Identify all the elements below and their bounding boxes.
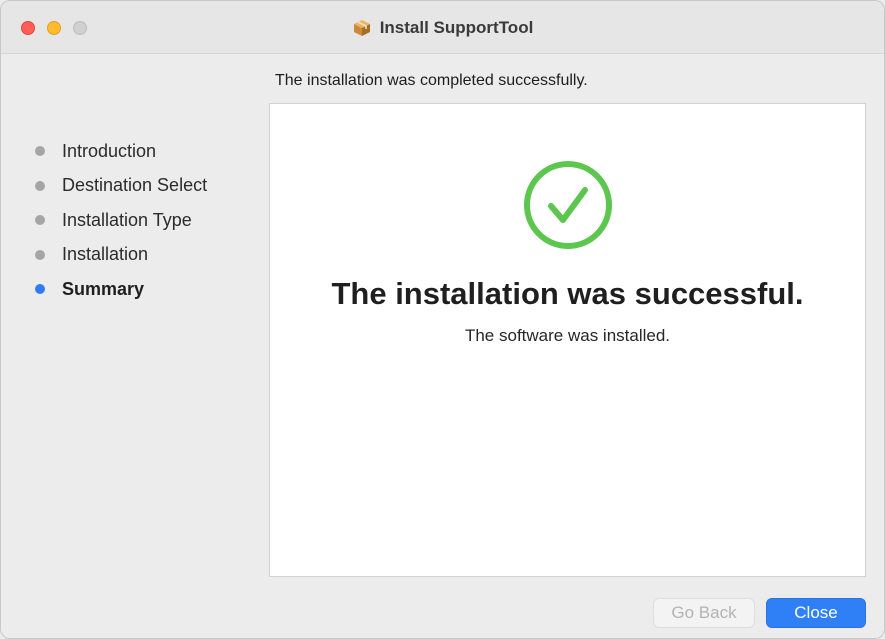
step-label: Installation Type: [62, 209, 192, 230]
step-indicator-dot: [35, 180, 45, 191]
installer-steps: Introduction Destination Select Installati…: [35, 134, 207, 307]
step-label: Summary: [62, 278, 145, 299]
title-bar[interactable]: Install SupportTool: [1, 1, 884, 54]
go-back-button[interactable]: Go Back: [653, 598, 755, 628]
installer-window: Install SupportTool The installation was…: [0, 0, 885, 639]
window-title: Install SupportTool: [1, 17, 884, 39]
checkmark-circle-icon: [522, 159, 614, 251]
package-icon: [352, 18, 372, 38]
status-header: The installation was completed successfu…: [275, 72, 588, 89]
step-label: Installation: [62, 244, 149, 265]
step-indicator-dot: [35, 215, 45, 226]
window-title-text: Install SupportTool: [379, 18, 534, 37]
close-button[interactable]: Close: [766, 598, 866, 628]
success-subtitle: The software was installed.: [464, 326, 671, 345]
summary-panel: The installation was successful. The sof…: [269, 103, 866, 577]
step-destination-select: Destination Select: [35, 169, 207, 204]
step-introduction: Introduction: [35, 134, 207, 169]
success-title: The installation was successful.: [331, 276, 804, 311]
step-installation: Installation: [35, 238, 207, 273]
step-label: Destination Select: [62, 175, 208, 196]
step-installation-type: Installation Type: [35, 203, 207, 238]
step-indicator-dot: [35, 284, 45, 295]
step-indicator-dot: [35, 249, 45, 260]
step-indicator-dot: [35, 146, 45, 157]
step-label: Introduction: [62, 140, 157, 161]
step-summary: Summary: [35, 272, 207, 307]
